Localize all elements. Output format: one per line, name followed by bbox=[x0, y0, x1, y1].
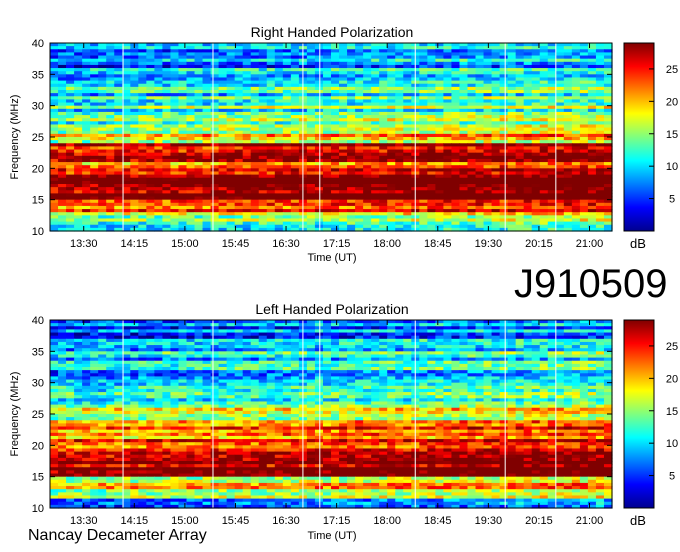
right-y-axis-label: Frequency (MHz) bbox=[9, 95, 21, 180]
x-tick-label: 14:15 bbox=[121, 238, 149, 250]
colorbar-tick-label: 5 bbox=[669, 194, 675, 206]
left-spectrogram-heatmap bbox=[50, 320, 613, 509]
right-colorbar bbox=[623, 42, 655, 232]
x-tick-label: 17:15 bbox=[323, 238, 351, 250]
left-panel-title: Left Handed Polarization bbox=[255, 301, 408, 317]
right-spectrogram-heatmap bbox=[50, 43, 613, 232]
colorbar-tick-label: 10 bbox=[666, 161, 678, 173]
left-polarization-panel: Left Handed Polarization 10152025303540 … bbox=[9, 301, 678, 542]
x-tick-label: 16:30 bbox=[272, 238, 300, 250]
right-polarization-panel: Right Handed Polarization 10 15 20 25 30 35 40… bbox=[9, 24, 678, 264]
x-tick-label: 18:45 bbox=[424, 238, 452, 250]
x-tick-label: 19:30 bbox=[475, 238, 503, 250]
y-tick-label: 35 bbox=[32, 69, 44, 81]
y-tick-label: 10 bbox=[32, 226, 44, 238]
y-tick-label: 40 bbox=[32, 38, 44, 50]
x-tick-label: 18:00 bbox=[373, 238, 401, 250]
y-tick-label: 30 bbox=[32, 101, 44, 113]
y-tick-label: 25 bbox=[32, 132, 44, 144]
x-tick-label: 15:45 bbox=[222, 238, 250, 250]
right-x-axis-label: Time (UT) bbox=[307, 252, 356, 264]
x-tick-label: 20:15 bbox=[525, 238, 553, 250]
colorbar-tick-label: 15 bbox=[666, 129, 678, 141]
x-tick-label: 15:00 bbox=[171, 238, 199, 250]
colorbar-tick-label: 20 bbox=[666, 96, 678, 108]
right-colorbar-label: dB bbox=[630, 236, 646, 251]
x-tick-label: 13:30 bbox=[70, 238, 98, 250]
right-panel-title: Right Handed Polarization bbox=[251, 24, 414, 40]
y-tick-label: 20 bbox=[32, 163, 44, 175]
y-tick-label: 15 bbox=[32, 195, 44, 207]
x-tick-label: 21:00 bbox=[576, 238, 604, 250]
colorbar-tick-label: 25 bbox=[666, 64, 678, 76]
